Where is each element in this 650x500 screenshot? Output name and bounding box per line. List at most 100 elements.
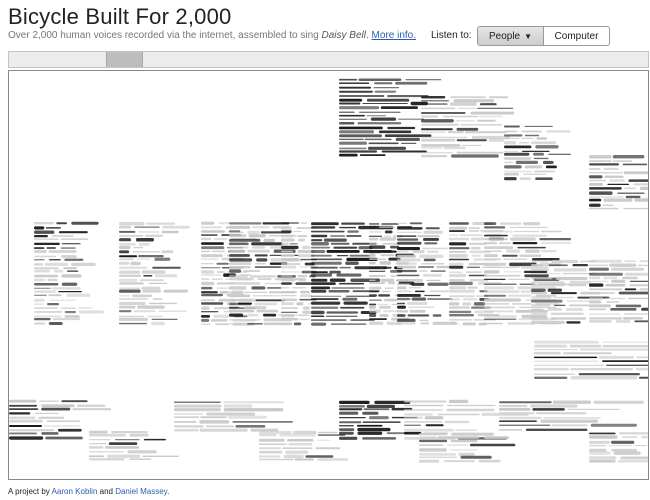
- voice-waveform-segment[interactable]: [397, 314, 406, 317]
- voice-waveform-segment[interactable]: [397, 247, 420, 251]
- voice-waveform-segment[interactable]: [210, 319, 228, 322]
- voice-waveform-segment[interactable]: [471, 254, 482, 257]
- voice-waveform-segment[interactable]: [603, 167, 619, 170]
- voice-waveform-segment[interactable]: [358, 111, 401, 113]
- voice-waveform-segment[interactable]: [460, 455, 492, 459]
- voice-waveform-segment[interactable]: [369, 309, 381, 313]
- voice-waveform-segment[interactable]: [255, 299, 286, 302]
- voice-waveform-segment[interactable]: [9, 429, 55, 432]
- voice-waveform-segment[interactable]: [311, 310, 325, 315]
- voice-waveform-segment[interactable]: [369, 237, 379, 241]
- voice-waveform-segment[interactable]: [404, 413, 433, 416]
- voice-waveform-segment[interactable]: [397, 286, 407, 290]
- voice-waveform-segment[interactable]: [499, 412, 535, 415]
- voice-waveform-segment[interactable]: [281, 295, 297, 297]
- voice-waveform-segment[interactable]: [369, 282, 386, 284]
- voice-waveform-segment[interactable]: [499, 407, 531, 411]
- voice-waveform-segment[interactable]: [534, 373, 575, 375]
- voice-waveform-segment[interactable]: [449, 319, 473, 321]
- voice-waveform-segment[interactable]: [339, 282, 365, 285]
- voice-waveform-segment[interactable]: [456, 151, 504, 154]
- voice-waveform-segment[interactable]: [339, 114, 365, 117]
- voice-waveform-segment[interactable]: [343, 301, 368, 305]
- voice-waveform-segment[interactable]: [545, 165, 557, 169]
- voice-waveform-segment[interactable]: [281, 222, 299, 224]
- voice-waveform-segment[interactable]: [60, 247, 76, 249]
- voice-waveform-segment[interactable]: [78, 307, 93, 309]
- voice-waveform-segment[interactable]: [379, 226, 396, 228]
- voice-waveform-segment[interactable]: [339, 421, 362, 424]
- voice-waveform-segment[interactable]: [542, 160, 554, 164]
- voice-waveform-segment[interactable]: [589, 198, 602, 202]
- voice-waveform-segment[interactable]: [34, 242, 60, 245]
- voice-waveform-segment[interactable]: [137, 305, 165, 309]
- voice-waveform-segment[interactable]: [201, 263, 214, 265]
- voice-waveform-segment[interactable]: [608, 445, 633, 447]
- voice-waveform-segment[interactable]: [369, 303, 377, 306]
- voice-waveform-segment[interactable]: [369, 286, 382, 290]
- voice-waveform-segment[interactable]: [293, 322, 302, 326]
- voice-waveform-segment[interactable]: [223, 408, 284, 412]
- voice-waveform-segment[interactable]: [469, 443, 516, 447]
- voice-waveform-segment[interactable]: [379, 314, 389, 317]
- voice-waveform-segment[interactable]: [449, 295, 475, 298]
- voice-waveform-segment[interactable]: [523, 173, 546, 175]
- voice-waveform-segment[interactable]: [89, 446, 104, 449]
- voice-waveform-segment[interactable]: [174, 413, 204, 415]
- voice-waveform-segment[interactable]: [384, 298, 398, 302]
- voice-waveform-segment[interactable]: [247, 249, 270, 253]
- voice-waveform-segment[interactable]: [311, 254, 332, 257]
- voice-waveform-segment[interactable]: [369, 250, 382, 254]
- voice-waveform-segment[interactable]: [119, 317, 149, 321]
- voice-waveform-segment[interactable]: [534, 340, 599, 344]
- computer-option-button[interactable]: Computer: [544, 27, 609, 45]
- voice-waveform-segment[interactable]: [397, 222, 407, 224]
- voice-waveform-segment[interactable]: [363, 408, 390, 411]
- voice-waveform-segment[interactable]: [339, 118, 367, 120]
- voice-waveform-segment[interactable]: [397, 241, 422, 245]
- voice-waveform-segment[interactable]: [259, 455, 281, 458]
- voice-waveform-segment[interactable]: [64, 311, 77, 314]
- voice-waveform-segment[interactable]: [288, 443, 313, 446]
- voice-waveform-segment[interactable]: [368, 142, 399, 145]
- voice-waveform-segment[interactable]: [401, 142, 417, 144]
- voice-waveform-segment[interactable]: [64, 258, 84, 261]
- voice-waveform-segment[interactable]: [384, 235, 392, 237]
- voice-waveform-segment[interactable]: [488, 138, 504, 142]
- voice-waveform-segment[interactable]: [9, 399, 37, 403]
- voice-waveform-segment[interactable]: [89, 451, 124, 453]
- voice-waveform-segment[interactable]: [589, 196, 624, 198]
- voice-waveform-segment[interactable]: [201, 315, 210, 318]
- voice-waveform-segment[interactable]: [201, 318, 210, 322]
- voice-waveform-segment[interactable]: [311, 315, 325, 318]
- voice-waveform-segment[interactable]: [229, 222, 262, 225]
- voice-waveform-segment[interactable]: [484, 436, 510, 439]
- voice-waveform-segment[interactable]: [89, 455, 105, 458]
- voice-waveform-segment[interactable]: [251, 242, 283, 246]
- voice-waveform-segment[interactable]: [56, 222, 67, 225]
- voice-waveform-segment[interactable]: [449, 302, 460, 306]
- voice-waveform-segment[interactable]: [254, 254, 268, 257]
- voice-waveform-segment[interactable]: [427, 282, 449, 286]
- voice-waveform-segment[interactable]: [34, 290, 56, 293]
- voice-waveform-segment[interactable]: [34, 267, 59, 270]
- voice-waveform-segment[interactable]: [34, 318, 51, 321]
- voice-waveform-segment[interactable]: [509, 226, 548, 229]
- voice-waveform-segment[interactable]: [329, 278, 346, 282]
- voice-waveform-segment[interactable]: [611, 448, 637, 452]
- voice-waveform-segment[interactable]: [623, 171, 648, 175]
- voice-waveform-segment[interactable]: [45, 227, 61, 229]
- voice-waveform-segment[interactable]: [534, 349, 578, 351]
- voice-waveform-segment[interactable]: [292, 287, 307, 289]
- voice-waveform-segment[interactable]: [404, 421, 443, 423]
- voice-waveform-segment[interactable]: [508, 278, 530, 280]
- voice-waveform-segment[interactable]: [421, 139, 456, 142]
- voice-waveform-segment[interactable]: [119, 270, 141, 274]
- voice-waveform-segment[interactable]: [119, 221, 145, 226]
- voice-waveform-segment[interactable]: [243, 270, 260, 272]
- voice-waveform-segment[interactable]: [311, 239, 323, 242]
- voice-waveform-segment[interactable]: [311, 295, 342, 297]
- voice-waveform-segment[interactable]: [374, 82, 393, 85]
- voice-waveform-segment[interactable]: [449, 230, 465, 232]
- voice-waveform-segment[interactable]: [453, 99, 495, 103]
